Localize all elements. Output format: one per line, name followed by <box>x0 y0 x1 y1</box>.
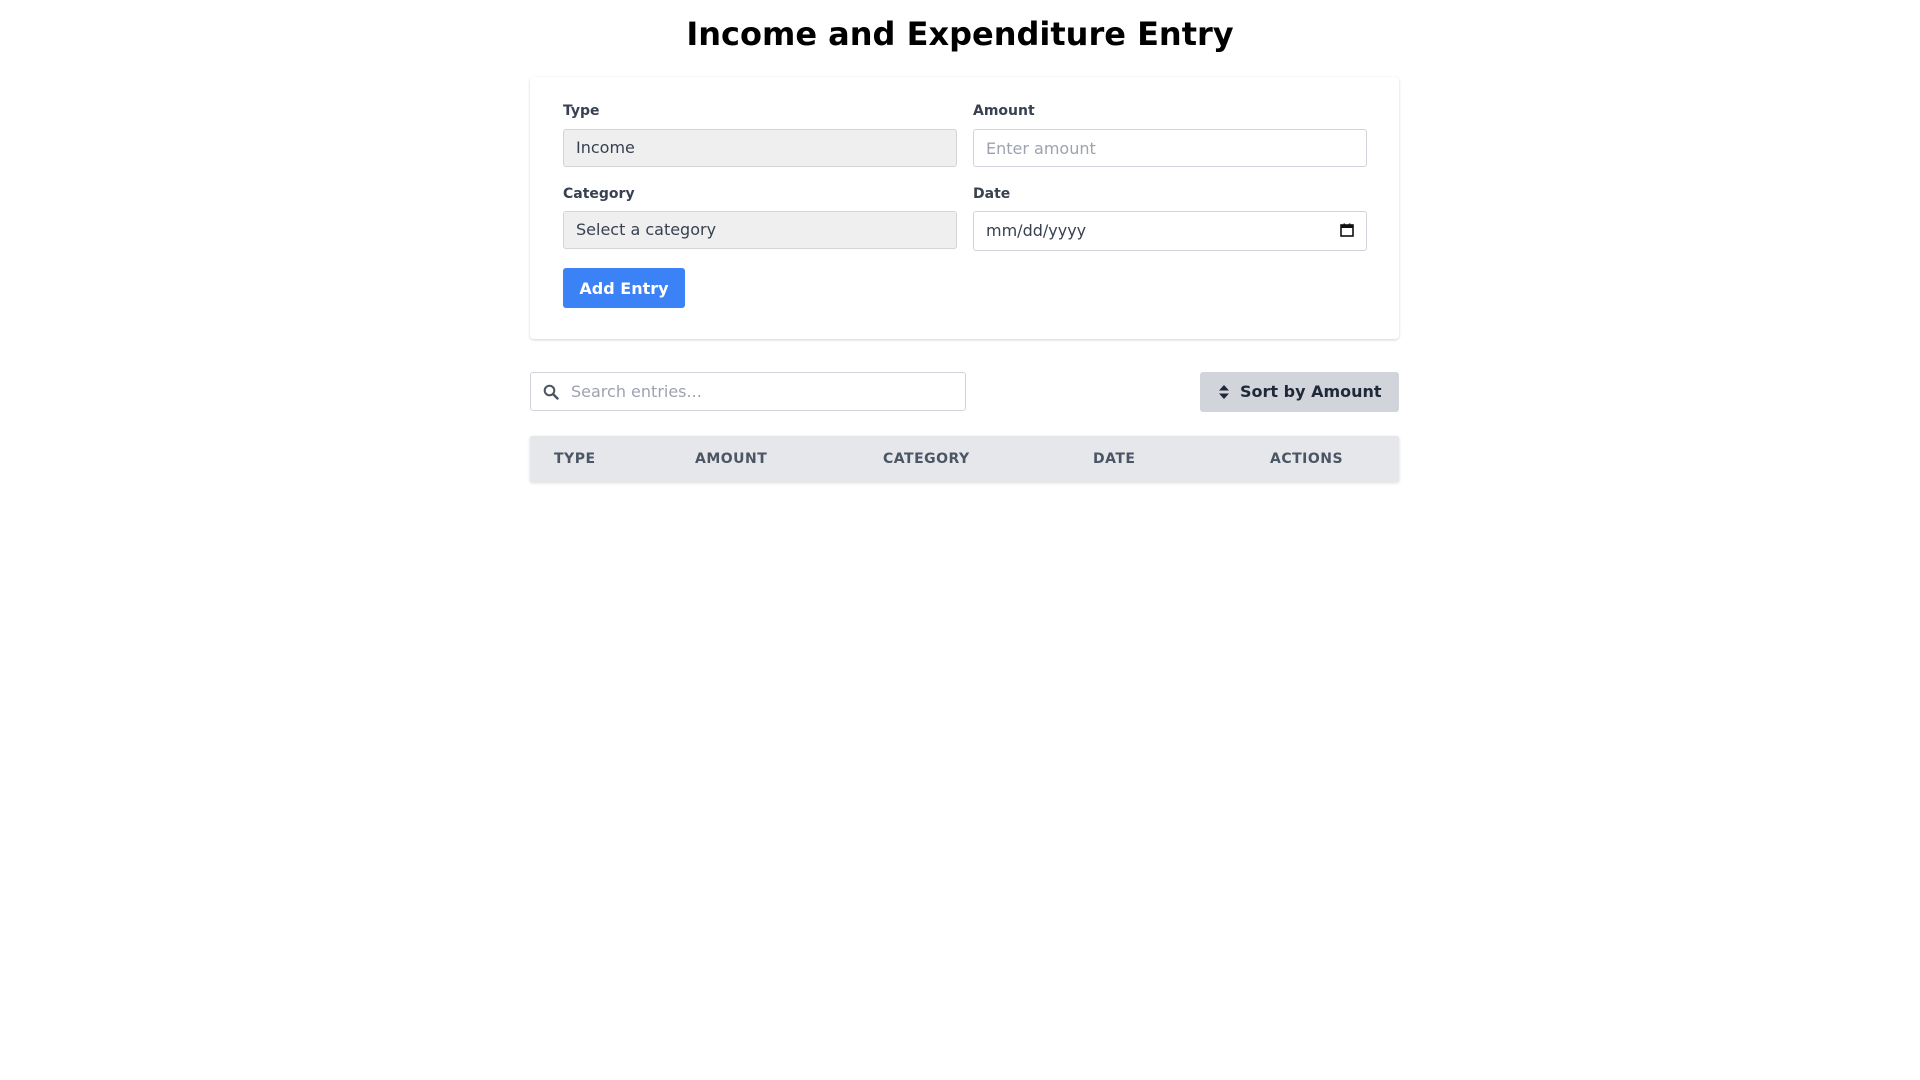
column-header-date[interactable]: DATE <box>1093 436 1135 482</box>
category-select[interactable]: Select a category <box>563 211 957 249</box>
column-header-category[interactable]: CATEGORY <box>883 436 970 482</box>
search-input[interactable] <box>571 373 951 410</box>
type-select-value: Income <box>576 138 635 157</box>
column-header-actions: ACTIONS <box>1270 451 1344 467</box>
sort-by-amount-button[interactable]: Sort by Amount <box>1200 372 1399 412</box>
add-entry-button[interactable]: Add Entry <box>563 268 685 308</box>
type-select[interactable]: Income <box>563 129 957 167</box>
entries-table: TYPE AMOUNT CATEGORY DATE ACTIONS <box>530 436 1399 482</box>
sort-icon <box>1219 385 1229 399</box>
search-icon <box>543 384 559 400</box>
calendar-icon[interactable] <box>1340 223 1354 237</box>
page: Income and Expenditure Entry Type Income… <box>0 0 1920 1080</box>
column-header-type[interactable]: TYPE <box>554 436 596 482</box>
category-select-value: Select a category <box>576 220 717 239</box>
page-title: Income and Expenditure Entry <box>686 15 1234 53</box>
amount-input[interactable] <box>973 129 1367 167</box>
date-placeholder: mm/dd/yyyy <box>986 221 1087 240</box>
category-label: Category <box>563 186 635 202</box>
type-label: Type <box>563 103 600 119</box>
column-header-amount[interactable]: AMOUNT <box>695 436 767 482</box>
search-box[interactable] <box>530 372 966 411</box>
date-input[interactable]: mm/dd/yyyy <box>973 211 1367 251</box>
amount-label: Amount <box>973 103 1035 119</box>
date-label: Date <box>973 186 1011 202</box>
entry-form: Type Income Amount Category Select a cat… <box>530 77 1399 339</box>
sort-button-label: Sort by Amount <box>1240 382 1382 401</box>
